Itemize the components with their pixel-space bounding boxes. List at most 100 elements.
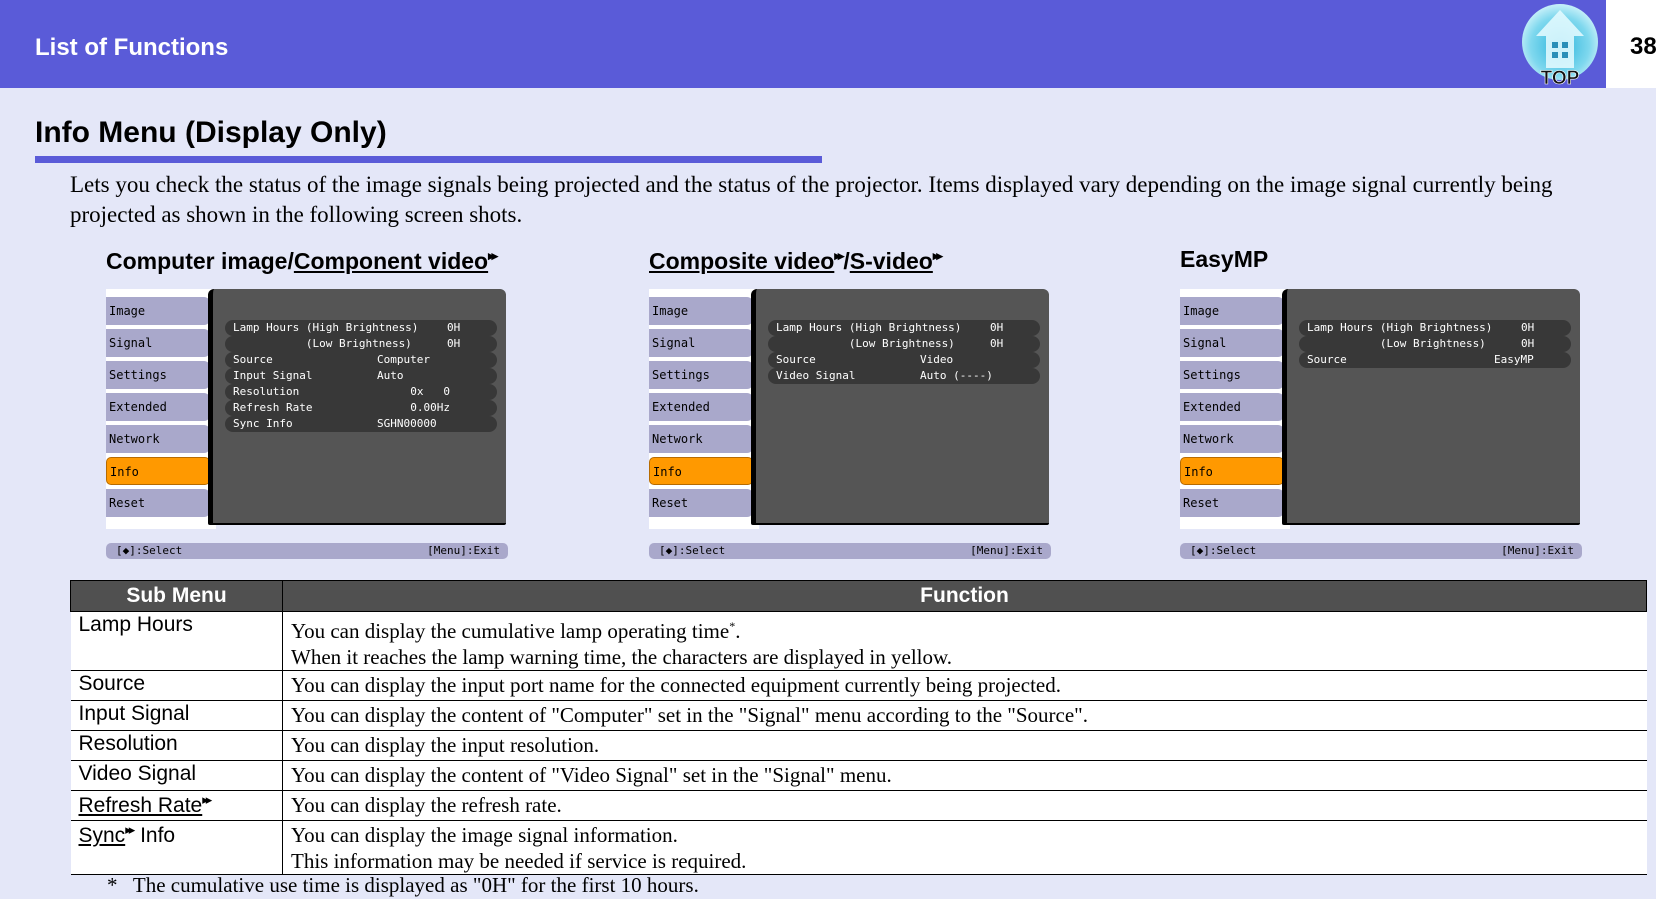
footnote-ref: * [729,619,736,633]
table-header-row: Sub Menu Function [70,580,1647,612]
table-row: Refresh Rate▸▸ You can display the refres… [70,790,1647,821]
osd-footer: [◆]:Select [Menu]:Exit [1180,543,1582,559]
title-text: Computer image/ [106,248,294,274]
osd-select-hint: [◆]:Select [1190,544,1257,557]
sub-menu-label: Source [78,672,146,695]
osd-tab-settings[interactable]: Settings [649,361,753,389]
osd-tab-reset[interactable]: Reset [649,489,753,517]
header-sub-menu: Sub Menu [70,580,283,612]
sub-menu-cell: Sync▸▸ Info [70,820,283,875]
component-video-link[interactable]: Component video [294,248,488,274]
osd-row-value: 0H [447,337,461,350]
osd-row-label: Sync Info [233,417,293,430]
sub-menu-link[interactable]: Refresh Rate [79,794,203,817]
osd-row-value: 0H [990,321,1004,334]
osd-row-label: Lamp Hours (High Brightness) [233,321,419,334]
osd-row-value: Auto [377,369,404,382]
osd-tab-image[interactable]: Image [649,297,753,325]
osd-tab-info[interactable]: Info [1180,457,1284,485]
osd-info-row: (Low Brightness) 0H [768,336,1040,352]
sub-menu-cell: Refresh Rate▸▸ [70,790,283,821]
osd-tab-image[interactable]: Image [1180,297,1284,325]
osd-info-row: Lamp Hours (High Brightness) 0H [1299,320,1571,336]
osd-tab-image[interactable]: Image [106,297,210,325]
table-row: Sync▸▸ Info You can display the image sig… [70,820,1647,875]
function-line: You can display the content of "Video Si… [291,763,892,787]
glossary-arrow-icon: ▸▸ [125,822,135,837]
osd-row-value: 0H [990,337,1004,350]
osd-tab-settings[interactable]: Settings [106,361,210,389]
footnote-mark: * [107,873,118,897]
osd-tab-network[interactable]: Network [649,425,753,453]
osd-tab-settings[interactable]: Settings [1180,361,1284,389]
osd-tab-info[interactable]: Info [649,457,753,485]
screenshot-title-easymp: EasyMP [1180,246,1269,272]
function-text: You can display the input resolution. [291,732,1639,758]
osd-row-value: SGHN00000 [377,417,437,430]
osd-tab-extended[interactable]: Extended [1180,393,1284,421]
osd-row-label: Input Signal [233,369,313,382]
function-line: You can display the content of "Computer… [291,703,1088,727]
function-cell: You can display the content of "Video Si… [282,760,1647,791]
osd-tab-signal[interactable]: Signal [106,329,210,357]
osd-tab-network[interactable]: Network [106,425,210,453]
sub-menu-suffix: Info [134,824,176,847]
function-text: This information may be needed if servic… [291,848,1639,874]
function-cell: You can display the image signal informa… [282,820,1647,875]
osd-row-value: Computer [377,353,430,366]
osd-exit-hint: [Menu]:Exit [1501,544,1574,557]
function-line: You can display the input resolution. [291,733,600,757]
sub-menu-cell: Source [70,670,283,701]
osd-row-label: Source [1307,353,1347,366]
function-line: You can display the cumulative lamp oper… [291,619,730,643]
function-text: You can display the input port name for … [291,672,1639,698]
function-text: You can display the content of "Video Si… [291,762,1639,788]
osd-row-label: Lamp Hours (High Brightness) [776,321,962,334]
page-header: List of Functions [0,0,1606,88]
function-cell: You can display the input port name for … [282,670,1647,701]
osd-row-label: Source [776,353,816,366]
osd-screenshot-composite: Image Signal Settings Extended Network Info Re… [649,289,1051,561]
osd-row-label: Lamp Hours (High Brightness) [1307,321,1493,334]
osd-row-label: Resolution [233,385,300,398]
section-title: Info Menu (Display Only) [35,116,387,149]
osd-row-value: 0x 0 [397,385,450,398]
osd-row-label: Refresh Rate [233,401,313,414]
osd-exit-hint: [Menu]:Exit [427,544,500,557]
function-text: You can display the content of "Computer… [291,702,1639,728]
sub-menu-label: Lamp Hours [78,613,193,636]
s-video-link[interactable]: S-video [850,248,933,274]
top-button[interactable]: TOP [1522,2,1606,89]
osd-info-row: Resolution 0x 0 [225,384,497,400]
osd-info-row: (Low Brightness) 0H [225,336,497,352]
sub-menu-link[interactable]: Sync [79,824,126,847]
function-line: You can display the refresh rate. [291,793,562,817]
sub-menu-cell: Lamp Hours [70,611,283,671]
table-row: Lamp Hours You can display the cumulative… [70,611,1647,671]
osd-row-label: (Low Brightness) [776,337,955,350]
sub-menu-cell: Video Signal [70,760,283,791]
page-number: 38 [1630,33,1656,60]
osd-tab-info[interactable]: Info [106,457,210,485]
composite-video-link[interactable]: Composite video [649,248,834,274]
osd-tab-network[interactable]: Network [1180,425,1284,453]
function-cell: You can display the cumulative lamp oper… [282,611,1647,671]
footnote-text: The cumulative use time is displayed as … [132,873,699,897]
table-row: Resolution You can display the input reso… [70,730,1647,761]
osd-tab-extended[interactable]: Extended [106,393,210,421]
osd-tab-reset[interactable]: Reset [1180,489,1284,517]
osd-footer: [◆]:Select [Menu]:Exit [649,543,1051,559]
screenshot-title-composite: Composite video▸▸/S-video▸▸ [649,248,943,275]
osd-tab-extended[interactable]: Extended [649,393,753,421]
osd-tab-signal[interactable]: Signal [1180,329,1284,357]
glossary-arrow-icon: ▸▸ [834,248,844,264]
osd-info-panel: Lamp Hours (High Brightness) 0H (Low Brig… [1282,289,1580,525]
header-title: List of Functions [35,34,229,61]
osd-row-label: Source [233,353,273,366]
osd-tab-signal[interactable]: Signal [649,329,753,357]
screenshot-title-computer: Computer image/Component video▸▸ [106,248,498,275]
table-row: Video Signal You can display the content … [70,760,1647,791]
osd-info-row: Sync Info SGHN00000 [225,416,497,432]
function-line: You can display the input port name for … [291,673,1061,697]
osd-tab-reset[interactable]: Reset [106,489,210,517]
